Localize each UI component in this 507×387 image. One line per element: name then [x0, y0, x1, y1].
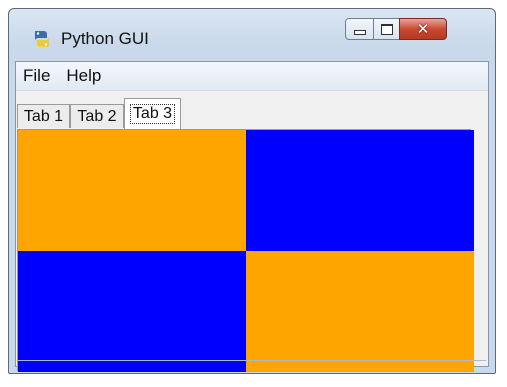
tab-3-panel: [17, 129, 474, 372]
canvas-cell-top-right: [246, 130, 474, 251]
tab-2-label: Tab 2: [77, 107, 117, 125]
minimize-icon: [353, 29, 366, 35]
close-button[interactable]: ✕: [399, 18, 447, 40]
python-logo-icon: [33, 29, 51, 49]
tab-2[interactable]: Tab 2: [70, 104, 124, 128]
menu-file[interactable]: File: [16, 66, 59, 86]
title-bar[interactable]: Python GUI ✕: [9, 9, 495, 61]
maximize-button[interactable]: [373, 18, 400, 40]
client-area: File Help Tab 1 Tab 2 Tab 3: [15, 61, 489, 372]
canvas-cell-top-left: [18, 130, 246, 251]
app-window: Python GUI ✕ File Help Tab 1 Tab 2 Tab 3: [8, 8, 496, 374]
bottom-border: [18, 360, 486, 364]
tab-3[interactable]: Tab 3: [124, 98, 181, 129]
menu-help[interactable]: Help: [59, 66, 110, 86]
tab-3-label: Tab 3: [129, 104, 176, 124]
tab-1-label: Tab 1: [23, 107, 64, 125]
menu-bar: File Help: [16, 62, 488, 91]
minimize-button[interactable]: [345, 18, 374, 40]
canvas-cell-bottom-right: [246, 251, 474, 372]
canvas-cell-bottom-left: [18, 251, 246, 372]
color-canvas: [18, 130, 474, 372]
tab-1[interactable]: Tab 1: [17, 104, 70, 128]
maximize-icon: [380, 23, 393, 35]
close-icon: ✕: [416, 20, 430, 38]
window-title: Python GUI: [61, 29, 149, 48]
